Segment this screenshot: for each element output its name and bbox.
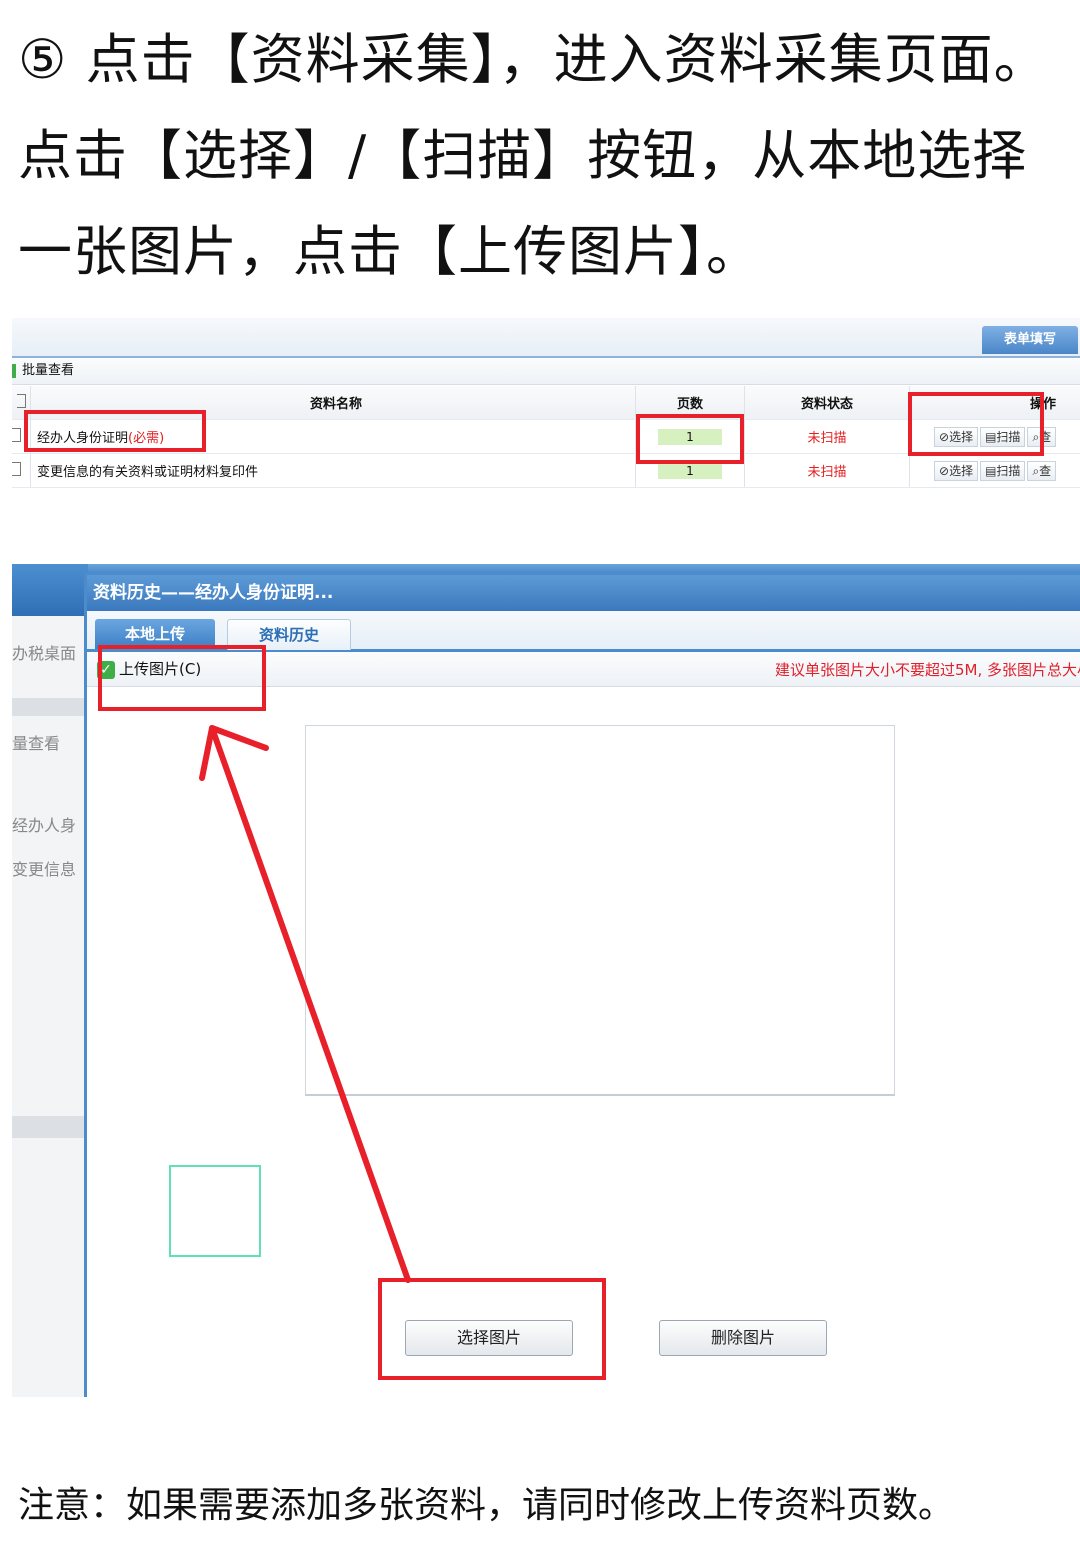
red-arrow — [199, 725, 411, 1283]
arrow-shaft — [209, 725, 411, 1283]
footer-note: 注意：如果需要添加多张资料，请同时修改上传资料页数。 — [18, 1485, 955, 1526]
arrow-head — [199, 725, 269, 781]
